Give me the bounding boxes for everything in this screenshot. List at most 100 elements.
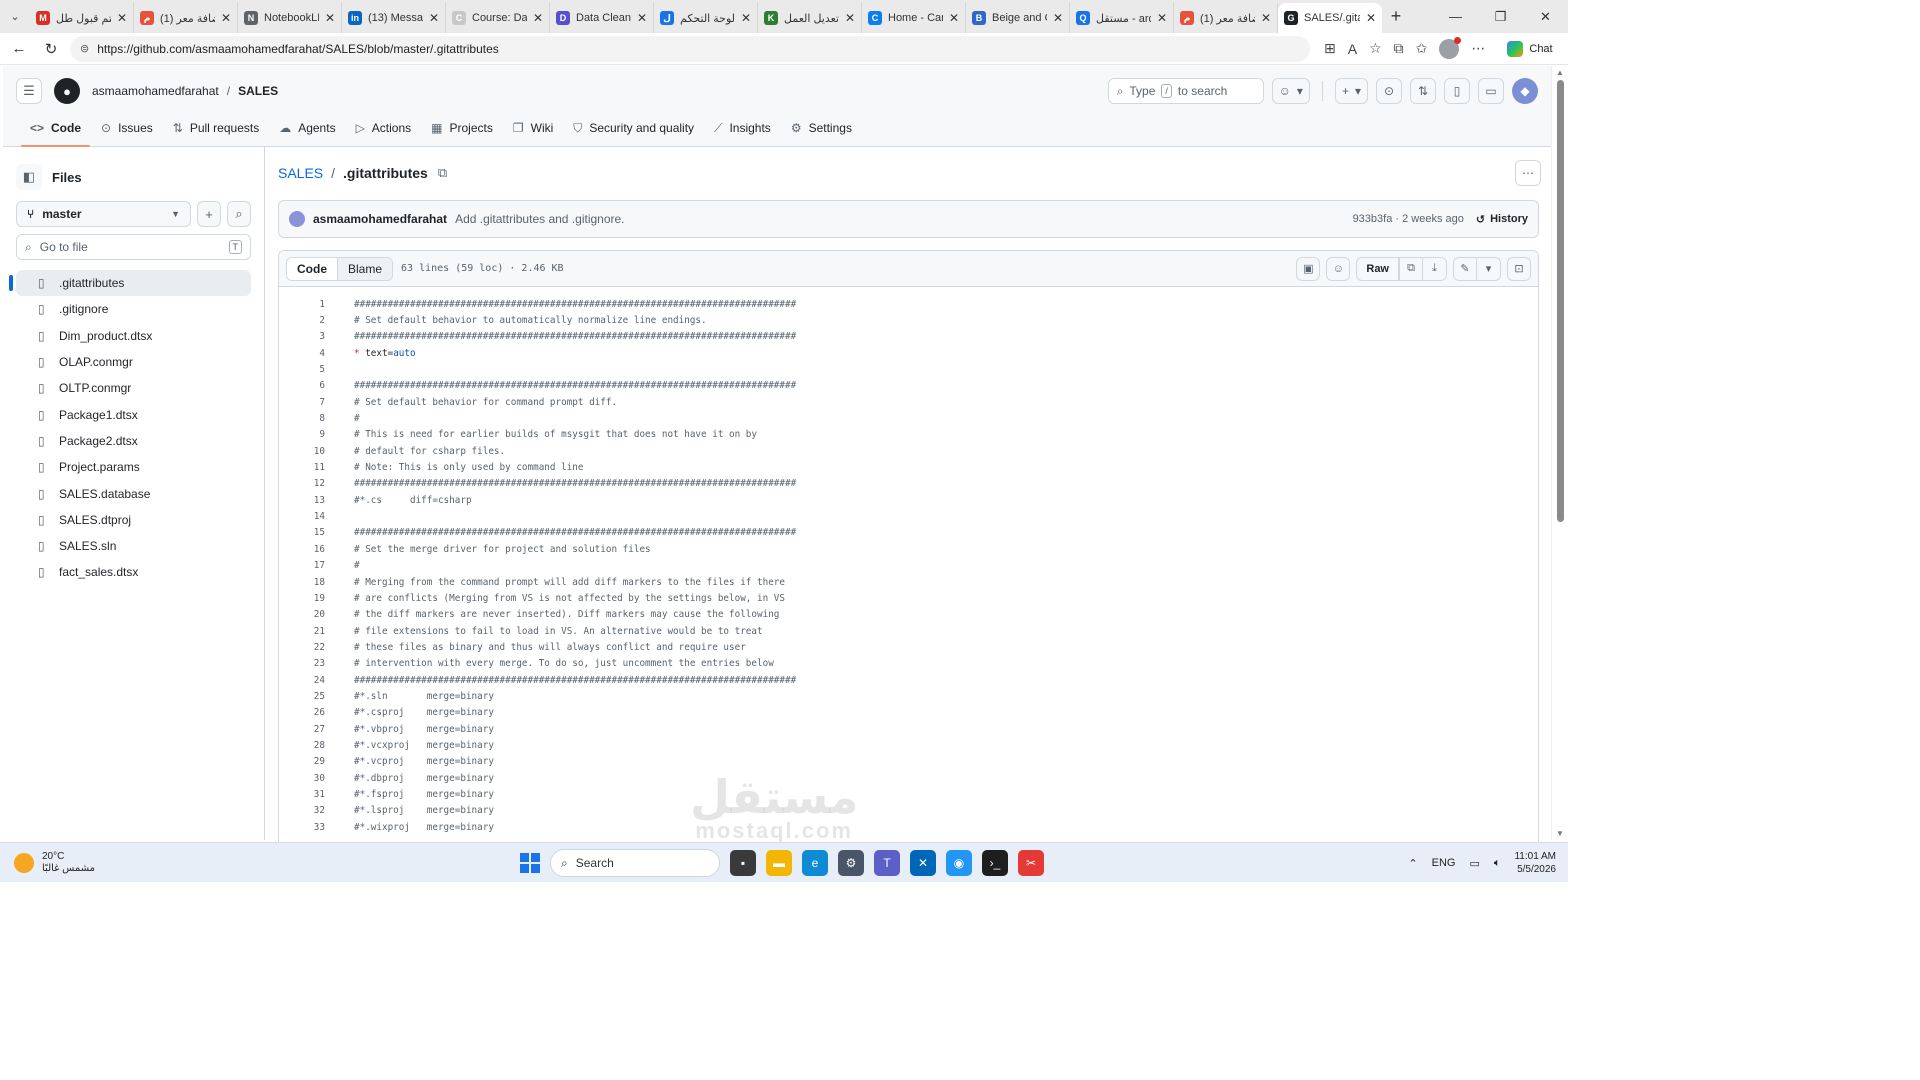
file-tree-item[interactable]: ▯ Project.params xyxy=(16,454,251,480)
snipping-tool-icon[interactable]: ✂ xyxy=(1018,850,1044,876)
more-options-button[interactable]: ⋯ xyxy=(1515,160,1541,186)
user-avatar[interactable]: ◆ xyxy=(1512,78,1538,104)
repositories-button[interactable]: ▯ xyxy=(1444,78,1470,104)
line-number[interactable]: 29 xyxy=(279,756,325,767)
commit-author[interactable]: asmaamohamedfarahat xyxy=(313,212,447,226)
edit-options-button[interactable]: ▾ xyxy=(1477,256,1501,281)
network-icon[interactable]: ▭ xyxy=(1469,857,1479,870)
edit-file-button[interactable]: ✎ xyxy=(1453,256,1477,281)
add-file-button[interactable]: + xyxy=(197,201,221,227)
close-tab-icon[interactable]: ✕ xyxy=(637,11,647,25)
close-tab-icon[interactable]: ✕ xyxy=(221,11,231,25)
read-aloud-icon[interactable]: A xyxy=(1348,41,1357,57)
close-tab-icon[interactable]: ✕ xyxy=(1366,11,1376,25)
terminal-icon[interactable]: ›_ xyxy=(982,850,1008,876)
inbox-button[interactable]: ▭ xyxy=(1478,78,1504,104)
close-tab-icon[interactable]: ✕ xyxy=(845,11,855,25)
line-number[interactable]: 20 xyxy=(279,609,325,620)
app-available-icon[interactable]: ⊞ xyxy=(1324,40,1336,57)
line-number[interactable]: 26 xyxy=(279,707,325,718)
tab-code[interactable]: <> Code xyxy=(21,116,91,147)
line-number[interactable]: 3 xyxy=(279,331,325,342)
history-button[interactable]: ↺ History xyxy=(1476,213,1528,226)
tab-wiki[interactable]: ❐ Wiki xyxy=(504,116,562,140)
github-logo-icon[interactable]: ● xyxy=(54,78,80,104)
commit-author-avatar[interactable] xyxy=(289,211,305,227)
line-number[interactable]: 27 xyxy=(279,724,325,735)
repo-root-link[interactable]: SALES xyxy=(278,165,323,181)
browser-tab[interactable]: N NotebookLM ✕ xyxy=(238,3,342,33)
browser-tab[interactable]: M لم يتم قبول طل ✕ xyxy=(30,3,134,33)
file-tree-item[interactable]: ▯ fact_sales.dtsx xyxy=(16,559,251,585)
commit-message[interactable]: Add .gitattributes and .gitignore. xyxy=(455,212,624,226)
browser-tab[interactable]: C Home - Canv ✕ xyxy=(862,3,966,33)
refresh-icon[interactable]: ↻ xyxy=(38,36,64,62)
site-info-icon[interactable]: ⊜ xyxy=(80,42,89,55)
more-options-icon[interactable]: ⋯ xyxy=(1471,40,1485,57)
commit-meta[interactable]: 933b3fa · 2 weeks ago xyxy=(1353,213,1464,225)
global-search-input[interactable]: ⌕ Type / to search xyxy=(1107,78,1264,104)
file-tree-item[interactable]: ▯ SALES.sln xyxy=(16,533,251,559)
line-number[interactable]: 5 xyxy=(279,364,325,375)
close-tab-icon[interactable]: ✕ xyxy=(117,11,127,25)
close-tab-icon[interactable]: ✕ xyxy=(741,11,751,25)
line-number[interactable]: 22 xyxy=(279,642,325,653)
pull-requests-button[interactable]: ⇅ xyxy=(1410,78,1436,104)
line-number[interactable]: 11 xyxy=(279,462,325,473)
scrollbar-thumb[interactable] xyxy=(1557,80,1564,522)
settings-app-icon[interactable]: ⚙ xyxy=(838,850,864,876)
tab-settings[interactable]: ⚙ Settings xyxy=(782,116,861,140)
repo-link[interactable]: SALES xyxy=(238,84,278,98)
copilot-button[interactable]: ☺ ▾ xyxy=(1271,78,1310,104)
file-tree-item[interactable]: ▯ Dim_product.dtsx xyxy=(16,323,251,349)
page-scrollbar[interactable]: ▲ ▼ xyxy=(1551,66,1568,840)
file-tree-item[interactable]: ▯ Package1.dtsx xyxy=(16,401,251,427)
copy-raw-button[interactable]: ⧉ xyxy=(1399,256,1423,281)
line-number[interactable]: 7 xyxy=(279,397,325,408)
bot-app-icon[interactable]: ◉ xyxy=(946,850,972,876)
edge-browser-icon[interactable]: e xyxy=(802,850,828,876)
scroll-down-icon[interactable]: ▼ xyxy=(1556,829,1564,838)
line-number[interactable]: 6 xyxy=(279,380,325,391)
file-tree-item[interactable]: ▯ .gitattributes xyxy=(9,270,251,297)
create-new-button[interactable]: + ▾ xyxy=(1334,78,1368,104)
line-number[interactable]: 30 xyxy=(279,773,325,784)
tab-projects[interactable]: ▦ Projects xyxy=(422,116,502,140)
line-number[interactable]: 16 xyxy=(279,544,325,555)
line-number[interactable]: 4 xyxy=(279,348,325,359)
line-number[interactable]: 12 xyxy=(279,478,325,489)
line-number[interactable]: 14 xyxy=(279,511,325,522)
line-number[interactable]: 21 xyxy=(279,626,325,637)
browser-tab[interactable]: B Beige and Or ✕ xyxy=(966,3,1070,33)
line-number[interactable]: 33 xyxy=(279,822,325,833)
task-view-icon[interactable]: ▪ xyxy=(730,850,756,876)
search-files-button[interactable]: ⌕ xyxy=(227,201,251,227)
close-tab-icon[interactable]: ✕ xyxy=(1157,11,1167,25)
line-number[interactable]: 1 xyxy=(279,299,325,310)
branch-selector[interactable]: ⑂ master ▼ xyxy=(16,201,191,227)
line-number[interactable]: 18 xyxy=(279,577,325,588)
line-number[interactable]: 8 xyxy=(279,413,325,424)
line-number[interactable]: 19 xyxy=(279,593,325,604)
language-indicator[interactable]: ENG xyxy=(1432,857,1456,869)
weather-widget[interactable]: 20°C مشمس غالبًا xyxy=(0,851,250,875)
close-tab-icon[interactable]: ✕ xyxy=(533,11,543,25)
file-tree-item[interactable]: ▯ Package2.dtsx xyxy=(16,428,251,454)
line-number[interactable]: 9 xyxy=(279,429,325,440)
browser-tab[interactable]: م (1) إضافة معر ✕ xyxy=(1174,3,1278,33)
tab-agents[interactable]: ☁ Agents xyxy=(270,116,344,140)
menu-icon[interactable]: ☰ xyxy=(16,78,42,104)
file-tree-item[interactable]: ▯ SALES.dtproj xyxy=(16,507,251,533)
line-number[interactable]: 31 xyxy=(279,789,325,800)
tab-security-and-quality[interactable]: ⛉ Security and quality xyxy=(564,116,703,140)
close-tab-icon[interactable]: ✕ xyxy=(1261,11,1271,25)
file-tree-item[interactable]: ▯ SALES.database xyxy=(16,480,251,506)
minimize-icon[interactable]: — xyxy=(1433,0,1478,33)
clock[interactable]: 11:01 AM 5/5/2026 xyxy=(1514,850,1556,876)
copy-path-icon[interactable]: ⧉ xyxy=(438,165,447,181)
browser-tab[interactable]: G SALES/.gitattr ✕ xyxy=(1278,3,1382,33)
scroll-up-icon[interactable]: ▲ xyxy=(1556,68,1564,77)
chevron-up-icon[interactable]: ⌃ xyxy=(1408,857,1417,870)
back-arrow-icon[interactable]: ← xyxy=(6,36,32,62)
tab-insights[interactable]: ⟋ Insights xyxy=(705,116,780,140)
